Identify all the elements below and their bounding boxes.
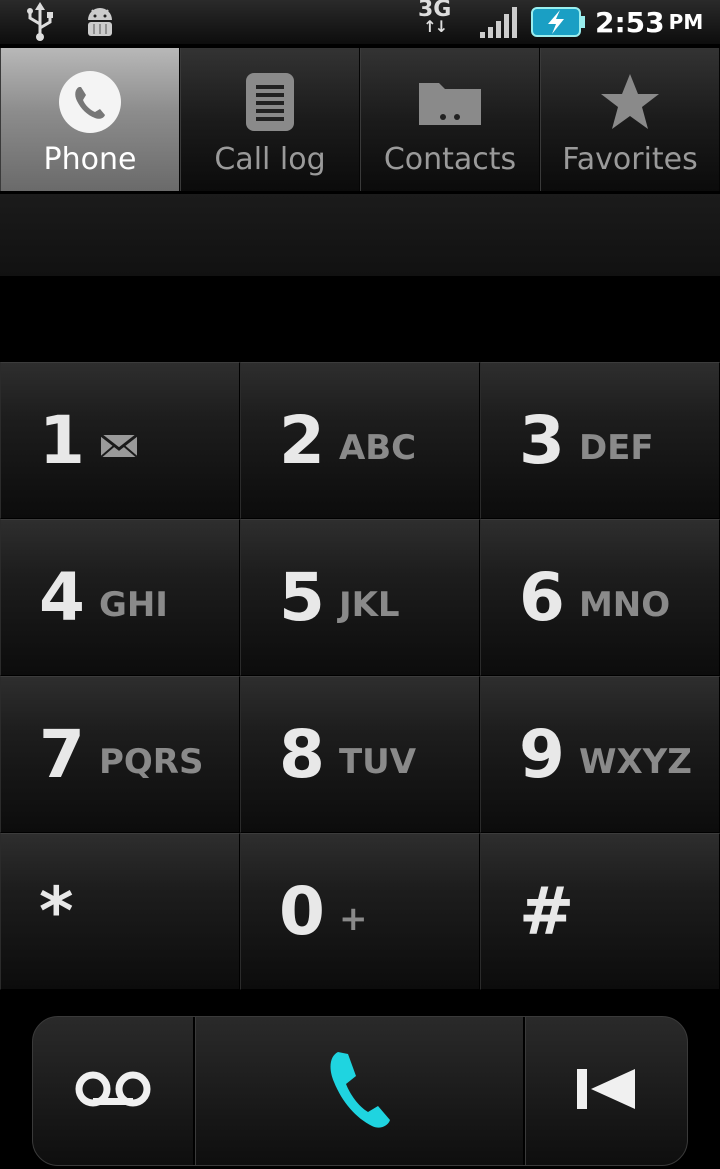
network-indicator: 3G ↑↓: [418, 0, 451, 44]
voicemail-envelope-icon: [99, 428, 139, 468]
key-digit: 2: [279, 402, 325, 479]
tab-contacts[interactable]: Contacts: [360, 48, 540, 191]
key-6[interactable]: 6 MNO: [480, 519, 720, 676]
key-5[interactable]: 5 JKL: [240, 519, 480, 676]
tab-favorites[interactable]: Favorites: [540, 48, 720, 191]
key-0[interactable]: 0 +: [240, 833, 480, 990]
voicemail-button[interactable]: [33, 1017, 195, 1165]
key-letters: ABC: [338, 427, 417, 468]
call-log-icon: [244, 72, 296, 132]
android-debug-icon: [82, 0, 118, 44]
clock-ampm: PM: [668, 10, 704, 34]
key-star[interactable]: *: [0, 833, 240, 990]
tab-bar: Phone Call log Contacts Favorites: [0, 48, 720, 191]
key-digit: 1: [39, 402, 85, 479]
key-letters: GHI: [98, 584, 168, 625]
usb-icon: [22, 0, 58, 44]
key-digit: 3: [519, 402, 565, 479]
key-letters: WXYZ: [578, 741, 692, 782]
contacts-folder-icon: [417, 72, 483, 132]
key-letters: +: [338, 898, 368, 939]
call-icon: [324, 1044, 396, 1138]
data-activity-icon: ↑↓: [423, 17, 448, 36]
dialer-action-bar: [32, 1016, 688, 1166]
voicemail-icon: [73, 1069, 153, 1113]
key-digit: 9: [519, 716, 565, 793]
key-digit: 5: [279, 559, 325, 636]
backspace-icon: [575, 1065, 639, 1117]
key-digit: 7: [39, 716, 85, 793]
key-7[interactable]: 7 PQRS: [0, 676, 240, 833]
key-letters: TUV: [338, 741, 417, 782]
key-digit: 6: [519, 559, 565, 636]
key-2[interactable]: 2 ABC: [240, 362, 480, 519]
battery-charging-icon: [530, 0, 586, 44]
key-digit: *: [39, 873, 74, 950]
key-1[interactable]: 1: [0, 362, 240, 519]
tab-call-log-label: Call log: [214, 142, 326, 177]
key-digit: 8: [279, 716, 325, 793]
phone-icon: [57, 71, 123, 133]
key-letters: JKL: [338, 584, 400, 625]
key-letters: PQRS: [98, 741, 204, 782]
number-display[interactable]: [0, 194, 720, 276]
status-bar: 3G ↑↓ 2:53 PM: [0, 0, 720, 44]
display-spacer: [0, 276, 720, 360]
signal-icon: [478, 0, 522, 44]
tab-contacts-label: Contacts: [383, 142, 517, 177]
tab-phone[interactable]: Phone: [0, 48, 180, 191]
tab-call-log[interactable]: Call log: [180, 48, 360, 191]
star-icon: [599, 72, 661, 132]
key-4[interactable]: 4 GHI: [0, 519, 240, 676]
key-8[interactable]: 8 TUV: [240, 676, 480, 833]
key-9[interactable]: 9 WXYZ: [480, 676, 720, 833]
key-letters: DEF: [578, 427, 654, 468]
clock-time: 2:53: [595, 5, 665, 39]
key-digit: 4: [39, 559, 85, 636]
dialpad: 1 2 ABC 3 DEF 4 GHI 5 JKL 6 MNO 7 PQRS 8…: [0, 362, 720, 990]
key-letters: MNO: [578, 584, 671, 625]
delete-button[interactable]: [525, 1017, 687, 1165]
key-digit: 0: [279, 873, 325, 950]
tab-favorites-label: Favorites: [562, 142, 698, 177]
key-hash[interactable]: #: [480, 833, 720, 990]
call-button[interactable]: [195, 1017, 525, 1165]
key-digit: #: [519, 873, 575, 950]
tab-phone-label: Phone: [43, 142, 137, 177]
key-3[interactable]: 3 DEF: [480, 362, 720, 519]
clock: 2:53 PM: [595, 0, 703, 44]
